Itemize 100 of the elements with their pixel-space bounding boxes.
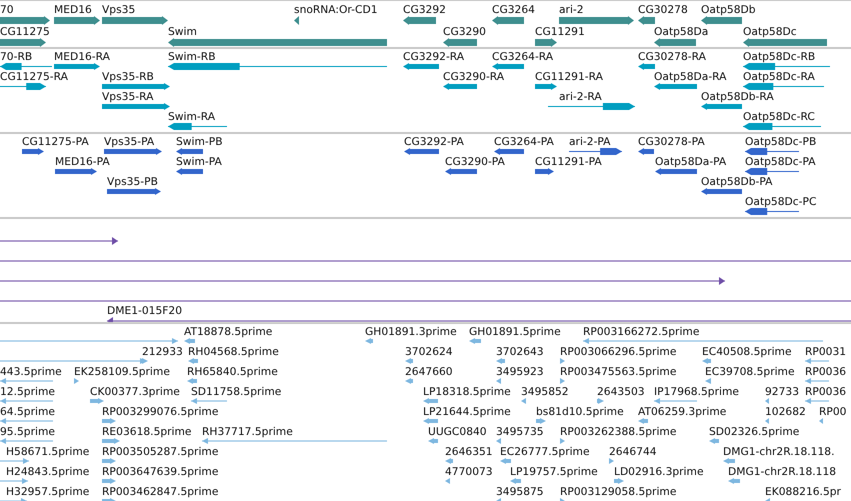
feature-label: 95.5prime (0, 425, 55, 438)
feature-label: CG11275-PA (22, 135, 89, 148)
feature-label: LP19757.5prime (510, 465, 598, 478)
feature-label: CG11291 (535, 25, 585, 38)
feature-label: RP0031 (805, 345, 846, 358)
feature-label: H24843.5prime (6, 465, 90, 478)
feature-label: Swim (168, 25, 197, 38)
feature-label: bs81d10.5prime (536, 405, 624, 418)
feature-label: MED16-RA (54, 50, 110, 63)
feature-label: MED16-PA (55, 155, 110, 168)
feature-label: Vps35-PB (107, 175, 158, 188)
feature-label: 92733 (765, 385, 799, 398)
feature-label: GH01891.3prime (365, 325, 457, 338)
feature-label: H58671.5prime (6, 445, 90, 458)
feature-label: RH65840.5prime (187, 365, 278, 378)
feature-label: Swim-RA (168, 110, 216, 123)
feature-label: 3495852 (521, 385, 569, 398)
feature-label: CG3264-PA (494, 135, 554, 148)
feature-label: RP003066296.5prime (560, 345, 676, 358)
feature-label: Oatp58Dc-PB (745, 135, 816, 148)
feature-label: Oatp58Db (701, 3, 756, 16)
feature-label: SD02326.5prime (709, 425, 800, 438)
feature-label: EC39708.5prime (705, 365, 795, 378)
feature-label: CG3292-RA (403, 50, 464, 63)
feature-label: RP003166272.5prime (583, 325, 700, 338)
feature-label: H32957.5prime (6, 485, 90, 498)
feature-label: 3495735 (496, 425, 544, 438)
feature-label: snoRNA:Or-CD1 (294, 3, 378, 16)
feature-label: RP003262388.5prime (560, 425, 676, 438)
feature-label: Vps35 (102, 3, 136, 16)
feature-label: Swim-PA (176, 155, 222, 168)
feature-label: AT18878.5prime (184, 325, 272, 338)
feature-label: UUGC0840 (428, 425, 487, 438)
feature-label: 12.5prime (0, 385, 55, 398)
feature-label: RH37717.5prime (202, 425, 293, 438)
feature-label: CG3264-RA (492, 50, 554, 63)
feature-label: Oatp58Dc (743, 25, 797, 38)
feature-label: 3495923 (496, 365, 544, 378)
feature-label: Swim-PB (176, 135, 223, 148)
feature-label: 3702624 (405, 345, 453, 358)
feature-label: LP21644.5prime (423, 405, 511, 418)
feature-label: CG11275-RA (0, 70, 68, 83)
feature-label: LD02916.3prime (614, 465, 704, 478)
feature-label: 2647660 (405, 365, 453, 378)
feature-label: CG11291-PA (535, 155, 602, 168)
feature-label: Oatp58Dc-RB (743, 50, 816, 63)
feature-label: CK00377.3prime (90, 385, 180, 398)
feature-label: RP003647639.5prime (102, 465, 218, 478)
feature-label: Oatp58Db-RA (701, 90, 774, 103)
feature-label: SD11758.5prime (191, 385, 282, 398)
feature-label: LP18318.5prime (423, 385, 511, 398)
feature-label: 443.5prime (0, 365, 62, 378)
feature-label: 2646744 (609, 445, 657, 458)
feature-label: RP003299076.5prime (102, 405, 218, 418)
feature-label: 70 (0, 3, 14, 16)
feature-label: RP0036 (805, 385, 846, 398)
feature-label: 2646351 (445, 445, 493, 458)
feature-label: Oatp58Dc-RC (743, 110, 815, 123)
feature-label: CG3264 (492, 3, 535, 16)
feature-label: 212933 (142, 345, 183, 358)
feature-label: CG30278-PA (638, 135, 705, 148)
feature-label: RP003462847.5prime (102, 485, 218, 498)
feature-label: CG3290-RA (443, 70, 504, 83)
feature-label: RE03618.5prime (102, 425, 192, 438)
feature-label: 2643503 (597, 385, 645, 398)
feature-label: DME1-015F20 (107, 304, 182, 317)
feature-label: 3495875 (496, 485, 544, 498)
feature-label: CG11275 (0, 25, 50, 38)
feature-label: RP003475563.5prime (560, 365, 676, 378)
feature-label: ari-2-RA (559, 90, 602, 103)
feature-label: RP00 (819, 405, 846, 418)
feature-label: EK088216.5pr (765, 485, 841, 498)
feature-label: Swim-RB (168, 50, 216, 63)
feature-label: 4770073 (445, 465, 493, 478)
feature-label: DMG1-chr2R.18.118 (728, 465, 836, 478)
feature-label: EC26777.5prime (500, 445, 590, 458)
feature-label: RP003129058.5prime (560, 485, 676, 498)
feature-label: CG3292 (403, 3, 446, 16)
feature-label: MED16 (54, 3, 92, 16)
feature-label: 3702643 (496, 345, 544, 358)
feature-label: GH01891.5prime (469, 325, 561, 338)
feature-label: CG30278-RA (638, 50, 706, 63)
feature-label: RP0036 (805, 365, 846, 378)
feature-label: ari-2-PA (569, 135, 610, 148)
feature-label: ari-2 (559, 3, 584, 16)
feature-label: Oatp58Db-PA (701, 175, 772, 188)
feature-label: CG3290 (443, 25, 486, 38)
feature-label: Oatp58Da-PA (655, 155, 726, 168)
feature-label: 70-RB (0, 50, 32, 63)
feature-label: Oatp58Dc-PA (745, 155, 816, 168)
feature-label: CG11291-RA (535, 70, 603, 83)
feature-label: RP003505287.5prime (102, 445, 218, 458)
feature-label: DMG1-chr2R.18.118. (723, 445, 834, 458)
feature-label: RH04568.5prime (188, 345, 279, 358)
feature-label: CG3292-PA (404, 135, 464, 148)
feature-label: 102682 (765, 405, 806, 418)
feature-label: 64.5prime (0, 405, 55, 418)
feature-label: AT06259.3prime (638, 405, 726, 418)
feature-label: Oatp58Dc-RA (743, 70, 815, 83)
feature-label: EK258109.5prime (74, 365, 170, 378)
